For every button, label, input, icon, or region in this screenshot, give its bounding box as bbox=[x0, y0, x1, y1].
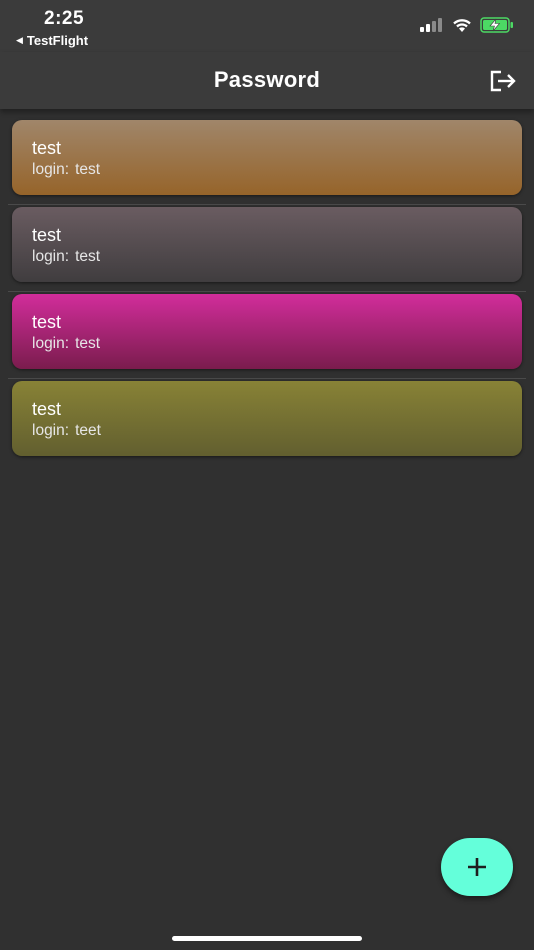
login-value: test bbox=[75, 248, 101, 265]
login-value: teet bbox=[75, 422, 101, 439]
page-title: Password bbox=[213, 67, 321, 92]
password-card[interactable]: test login: test bbox=[12, 294, 522, 369]
status-icons bbox=[420, 17, 514, 33]
logout-button[interactable] bbox=[488, 66, 518, 96]
list-item: test login: test bbox=[0, 118, 534, 205]
login-label: login: bbox=[32, 248, 70, 265]
list-item: test login: test bbox=[0, 205, 534, 292]
back-arrow-icon: ◀ bbox=[16, 35, 23, 45]
logout-icon bbox=[490, 70, 516, 92]
entry-title: test bbox=[32, 312, 62, 332]
home-indicator[interactable] bbox=[172, 936, 362, 941]
list-item: test login: teet bbox=[0, 379, 534, 466]
password-card[interactable]: test login: teet bbox=[12, 381, 522, 456]
password-list: test login: test test login: test test l… bbox=[0, 118, 534, 466]
entry-login: login: teet bbox=[32, 422, 502, 440]
entry-login: login: test bbox=[32, 161, 502, 179]
status-time: 2:25 bbox=[44, 8, 85, 29]
add-password-button[interactable] bbox=[441, 838, 513, 896]
entry-login: login: test bbox=[32, 335, 502, 353]
login-label: login: bbox=[32, 335, 70, 352]
password-card[interactable]: test login: test bbox=[12, 120, 522, 195]
signal-icon bbox=[420, 18, 442, 32]
status-bar: 2:25 ◀ TestFlight bbox=[0, 0, 534, 52]
entry-title: test bbox=[32, 399, 62, 419]
list-item: test login: test bbox=[0, 292, 534, 379]
entry-title: test bbox=[32, 225, 62, 245]
login-value: test bbox=[75, 335, 101, 352]
entry-title: test bbox=[32, 138, 62, 158]
login-label: login: bbox=[32, 422, 70, 439]
back-to-app-link[interactable]: ◀ TestFlight bbox=[16, 33, 88, 48]
add-icon bbox=[468, 858, 486, 876]
login-value: test bbox=[75, 161, 101, 178]
battery-charging-icon bbox=[480, 17, 513, 33]
entry-login: login: test bbox=[32, 248, 502, 266]
login-label: login: bbox=[32, 161, 70, 178]
back-app-label: TestFlight bbox=[26, 33, 89, 48]
app-bar: Password bbox=[0, 52, 534, 109]
password-card[interactable]: test login: test bbox=[12, 207, 522, 282]
wifi-icon bbox=[453, 18, 471, 32]
